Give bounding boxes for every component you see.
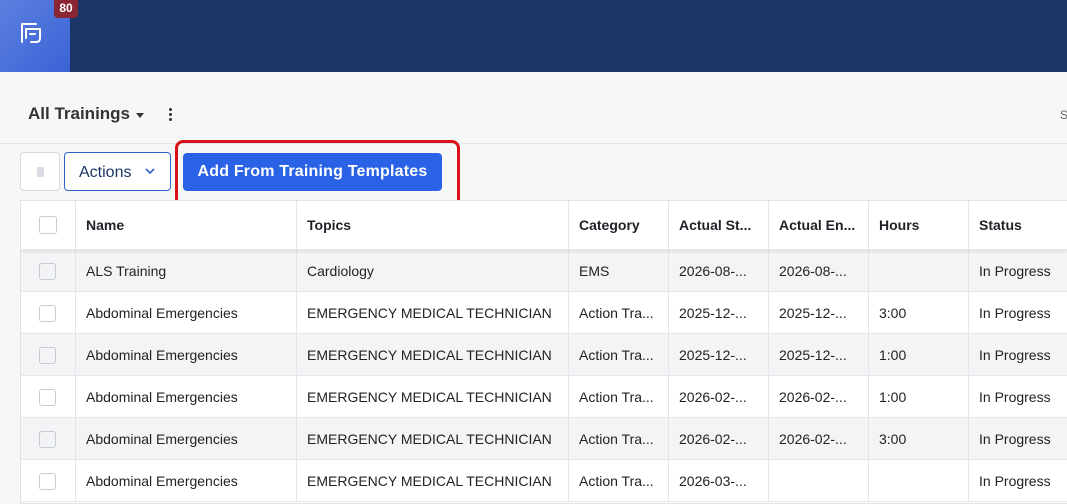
cell-status: In Progress <box>979 431 1051 447</box>
actions-dropdown-button[interactable]: Actions <box>64 152 171 191</box>
cell-topics: EMERGENCY MEDICAL TECHNICIAN <box>297 460 569 501</box>
cell-hours <box>869 460 969 501</box>
cell-topics: Cardiology <box>297 250 569 291</box>
row-checkbox[interactable] <box>39 263 56 280</box>
actions-label: Actions <box>79 164 132 181</box>
cell-actual-end: 2025-12-... <box>769 292 869 333</box>
column-header-actual-end[interactable]: Actual En... <box>769 201 869 249</box>
cell-name[interactable]: Abdominal Emergencies <box>76 292 297 333</box>
row-checkbox[interactable] <box>39 431 56 448</box>
select-toggle-button[interactable] <box>20 152 60 191</box>
cell-category: Action Tra... <box>569 334 669 375</box>
cell-hours <box>869 250 969 291</box>
table-header-row: Name Topics Category Actual St... Actual… <box>21 201 1067 250</box>
cell-status: In Progress <box>979 263 1051 279</box>
cell-actual-end: 2026-02-... <box>769 418 869 459</box>
cell-name[interactable]: Abdominal Emergencies <box>76 334 297 375</box>
cell-hours: 1:00 <box>869 334 969 375</box>
cell-actual-start: 2025-12-... <box>669 334 769 375</box>
cell-category: Action Tra... <box>569 292 669 333</box>
column-header-hours[interactable]: Hours <box>869 201 969 249</box>
cell-topics: EMERGENCY MEDICAL TECHNICIAN <box>297 292 569 333</box>
chevron-down-icon[interactable] <box>136 113 144 118</box>
cell-name[interactable]: Abdominal Emergencies <box>76 460 297 501</box>
trainings-table: Name Topics Category Actual St... Actual… <box>20 200 1067 504</box>
cell-actual-end: 2026-08-... <box>769 250 869 291</box>
cell-actual-start: 2026-03-... <box>669 460 769 501</box>
row-select-cell <box>21 460 76 501</box>
cell-status: In Progress <box>979 347 1051 363</box>
cell-category: EMS <box>569 250 669 291</box>
app-logo-icon <box>21 23 41 43</box>
cell-actual-end: 2025-12-... <box>769 334 869 375</box>
cell-name[interactable]: ALS Training <box>76 250 297 291</box>
cell-topics: EMERGENCY MEDICAL TECHNICIAN <box>297 376 569 417</box>
notification-badge[interactable]: 80 <box>54 0 78 18</box>
cell-hours: 1:00 <box>869 376 969 417</box>
row-select-cell <box>21 418 76 459</box>
view-title[interactable]: All Trainings <box>28 104 130 124</box>
column-header-actual-start[interactable]: Actual St... <box>669 201 769 249</box>
main-content: All Trainings S Actions Add From Trainin… <box>0 72 1067 504</box>
cell-name[interactable]: Abdominal Emergencies <box>76 376 297 417</box>
more-options-icon[interactable] <box>165 108 175 124</box>
cell-topics: EMERGENCY MEDICAL TECHNICIAN <box>297 334 569 375</box>
cell-status: In Progress <box>979 473 1051 489</box>
row-select-cell <box>21 250 76 291</box>
row-checkbox[interactable] <box>39 473 56 490</box>
cell-name[interactable]: Abdominal Emergencies <box>76 418 297 459</box>
table-row[interactable]: Abdominal Emergencies EMERGENCY MEDICAL … <box>21 460 1067 502</box>
chevron-down-icon <box>145 168 155 175</box>
table-row[interactable]: Abdominal Emergencies EMERGENCY MEDICAL … <box>21 376 1067 418</box>
select-all-cell <box>21 201 76 249</box>
cell-actual-end <box>769 460 869 501</box>
row-select-cell <box>21 292 76 333</box>
cell-actual-start: 2026-08-... <box>669 250 769 291</box>
cell-actual-start: 2025-12-... <box>669 292 769 333</box>
row-select-cell <box>21 334 76 375</box>
add-from-training-templates-button[interactable]: Add From Training Templates <box>183 153 442 191</box>
cell-actual-start: 2026-02-... <box>669 418 769 459</box>
column-header-name[interactable]: Name <box>76 201 297 249</box>
top-navigation-bar: 80 <box>0 0 1067 72</box>
column-header-topics[interactable]: Topics <box>297 201 569 249</box>
column-header-category[interactable]: Category <box>569 201 669 249</box>
cell-category: Action Tra... <box>569 460 669 501</box>
table-row[interactable]: Abdominal Emergencies EMERGENCY MEDICAL … <box>21 418 1067 460</box>
cell-status: In Progress <box>979 305 1051 321</box>
cell-topics: EMERGENCY MEDICAL TECHNICIAN <box>297 418 569 459</box>
cell-hours: 3:00 <box>869 292 969 333</box>
cell-category: Action Tra... <box>569 376 669 417</box>
row-select-cell <box>21 376 76 417</box>
row-checkbox[interactable] <box>39 389 56 406</box>
cell-hours: 3:00 <box>869 418 969 459</box>
cell-actual-end: 2026-02-... <box>769 376 869 417</box>
table-row[interactable]: Abdominal Emergencies EMERGENCY MEDICAL … <box>21 334 1067 376</box>
table-row[interactable]: Abdominal Emergencies EMERGENCY MEDICAL … <box>21 292 1067 334</box>
divider <box>0 143 1067 144</box>
cell-actual-start: 2026-02-... <box>669 376 769 417</box>
row-checkbox[interactable] <box>39 305 56 322</box>
column-header-status[interactable]: Status <box>969 201 1067 249</box>
row-checkbox[interactable] <box>39 347 56 364</box>
delete-icon <box>37 167 44 177</box>
cell-status: In Progress <box>979 389 1051 405</box>
cell-category: Action Tra... <box>569 418 669 459</box>
right-toolbar-label: S <box>1060 108 1067 122</box>
table-row[interactable]: ALS Training Cardiology EMS 2026-08-... … <box>21 250 1067 292</box>
select-all-checkbox[interactable] <box>39 216 57 234</box>
